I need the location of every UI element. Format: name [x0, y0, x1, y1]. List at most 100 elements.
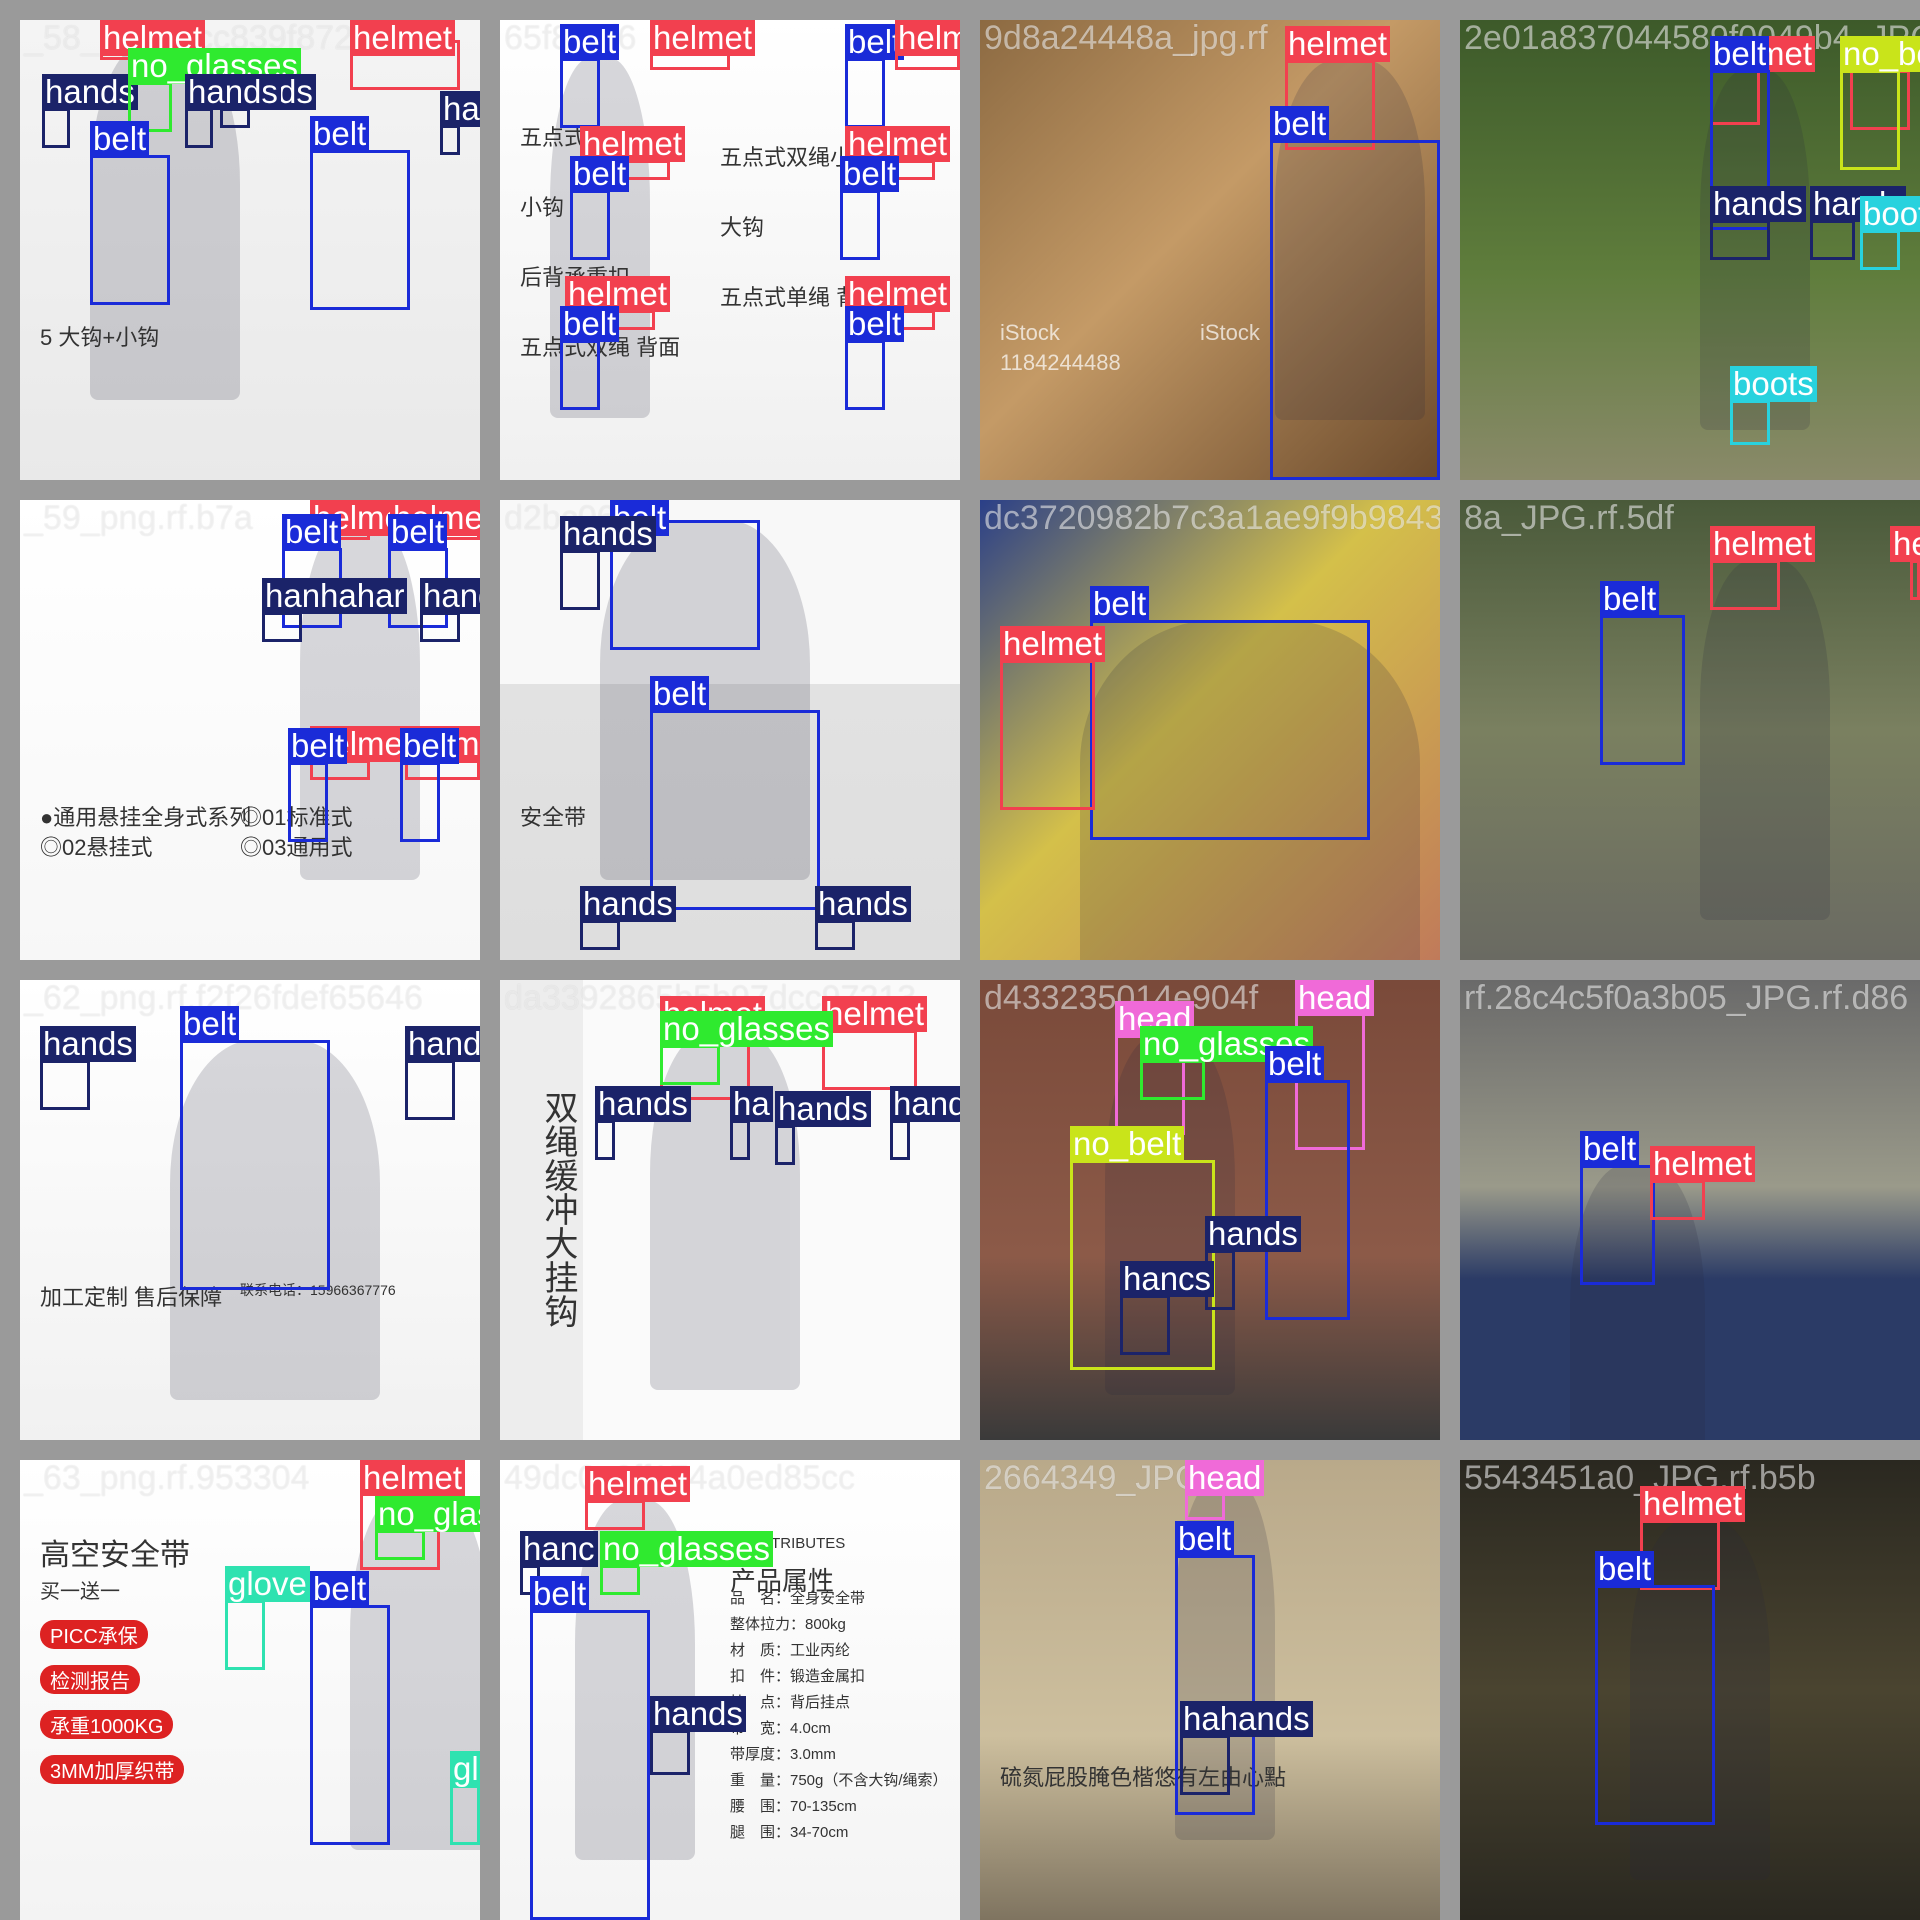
- no_glasses-label: no_glasses: [660, 1011, 833, 1047]
- hands-label: hands: [890, 1086, 960, 1122]
- belt-label: belt: [310, 116, 370, 152]
- helmet-bounding-box: [1000, 660, 1095, 810]
- hands-bounding-box: [730, 1120, 750, 1160]
- helmet-bounding-box: [1710, 560, 1780, 610]
- no_glasses-bounding-box: [375, 1530, 425, 1560]
- hands-bounding-box: [42, 108, 70, 148]
- helmet-bounding-box: [1650, 1180, 1705, 1220]
- glove-label: glove: [225, 1566, 310, 1602]
- embedded-text: 腰 围：70-135cm: [730, 1798, 857, 1815]
- embedded-text: 检测报告: [40, 1665, 140, 1694]
- helmet-label: helmet: [1640, 1486, 1746, 1522]
- image-tile: CT ATTRIBUTES 产品属性品 名：全身安全带 整体拉力：800kg 材 质：…: [500, 1460, 960, 1920]
- image-tile: iStock iStock 1184244488 9d8a24448a_jpg.rf h…: [980, 20, 1440, 480]
- boots-bounding-box: [1860, 230, 1900, 270]
- belt-label: belt: [90, 121, 150, 157]
- belt-label: belt: [840, 156, 900, 192]
- belt-bounding-box: [530, 1610, 650, 1920]
- hands-label: hands: [595, 1086, 691, 1122]
- helmet-label: helmet: [585, 1466, 691, 1502]
- hands-bounding-box: [560, 550, 600, 610]
- no_glasses-bounding-box: [600, 1565, 640, 1595]
- hands-label: hands: [650, 1696, 746, 1732]
- belt-bounding-box: [180, 1040, 330, 1290]
- helmet-label: helmet: [350, 20, 456, 56]
- belt-label: belt: [1265, 1046, 1325, 1082]
- filename-label: rf.28c4c5f0a3b05_JPG.rf.d86: [1464, 980, 1909, 1017]
- glove-bounding-box: [225, 1600, 265, 1670]
- hands-label: hands: [40, 1026, 136, 1062]
- filename-label: _63_png.rf.953304: [24, 1460, 310, 1497]
- helmet-bounding-box: [585, 1500, 645, 1530]
- boots-label: boots: [1860, 196, 1920, 232]
- hands-label: hands: [1205, 1216, 1301, 1252]
- belt-bounding-box: [1090, 620, 1370, 840]
- hands-bounding-box: [1810, 220, 1855, 260]
- belt-label: belt: [1710, 36, 1770, 72]
- embedded-text: 带厚度：3.0mm: [730, 1746, 836, 1763]
- embedded-text: 大钩: [720, 215, 765, 240]
- hands-bounding-box: [420, 612, 460, 642]
- embedded-text: 挂 点：背后挂点: [730, 1694, 851, 1711]
- image-tile: 2e01a837044589f0049b4_JPGhelmethelmetbel…: [1460, 20, 1920, 480]
- head-label: head: [1185, 1460, 1265, 1496]
- belt-bounding-box: [1270, 140, 1440, 480]
- belt-bounding-box: [90, 155, 170, 305]
- hands-label: hands: [440, 91, 480, 127]
- image-tile: dc3720982b7c3a1ae9f9b9843453 belt helmet: [980, 500, 1440, 960]
- image-tile: rf.28c4c5f0a3b05_JPG.rf.d86 belt helmet: [1460, 980, 1920, 1440]
- embedded-text: ◎02悬挂式: [40, 835, 153, 860]
- hands-label: hands: [1710, 186, 1806, 222]
- helmet-label: helmet: [1710, 526, 1816, 562]
- glove-bounding-box: [450, 1785, 480, 1845]
- boots-bounding-box: [1730, 400, 1770, 445]
- embedded-text: 品 名：全身安全带: [730, 1590, 866, 1607]
- image-tile: 5543451a0_JPG.rf.b5b helmet belt: [1460, 1460, 1920, 1920]
- hands-bounding-box: [440, 125, 460, 155]
- belt-bounding-box: [560, 58, 600, 128]
- embedded-text: 承重1000KG: [40, 1710, 174, 1739]
- belt-bounding-box: [1595, 1585, 1715, 1825]
- belt-bounding-box: [840, 190, 880, 260]
- image-tile: d433235014e904f head head no_glasses belt no_…: [980, 980, 1440, 1440]
- belt-bounding-box: [288, 762, 328, 842]
- belt-bounding-box: [310, 1605, 390, 1845]
- no_glasses-bounding-box: [1140, 1060, 1205, 1100]
- image-tile: 5 大钩+小钩 _58_png.rf.cc839f87248cc helmet hel…: [20, 20, 480, 480]
- embedded-text: 材 质：工业丙纶: [730, 1642, 851, 1659]
- embedded-text: ●通用悬挂全身式系列: [40, 805, 252, 830]
- filename-label: 9d8a24448a_jpg.rf: [984, 20, 1268, 57]
- filename-label: 8a_JPG.rf.5df: [1464, 500, 1674, 537]
- hands-label: hanhahar: [262, 578, 408, 614]
- belt-label: belt: [570, 156, 630, 192]
- glove-label: glove: [450, 1751, 480, 1787]
- no_belt-label: no_belt: [1840, 36, 1920, 72]
- hands-label: ha: [730, 1086, 773, 1122]
- image-tile: 硫氮屁股腌色楷悠有左由心點 2664349_JPG.rf head belt hahan…: [980, 1460, 1440, 1920]
- image-tile: 双绳缓冲大挂钩da3392865b5b97dcc97213helmethelme…: [500, 980, 960, 1440]
- hands-bounding-box: [1120, 1295, 1170, 1355]
- belt-bounding-box: [570, 190, 610, 260]
- helmet-label: helmet: [650, 20, 756, 56]
- hands-bounding-box: [775, 1125, 795, 1165]
- hands-label: hands: [42, 74, 138, 110]
- hands-bounding-box: [1710, 220, 1770, 260]
- helmet-label: helmet: [895, 20, 960, 56]
- filename-label: dc3720982b7c3a1ae9f9b9843453: [984, 500, 1440, 537]
- belt-bounding-box: [310, 150, 410, 310]
- embedded-text: iStock: [1200, 320, 1260, 345]
- hands-label: hands: [420, 578, 480, 614]
- embedded-text: 3MM加厚织带: [40, 1755, 185, 1784]
- belt-bounding-box: [1265, 1080, 1350, 1320]
- filename-label: _59_png.rf.b7a: [24, 500, 253, 537]
- helmet-bounding-box: [822, 1030, 917, 1090]
- hands-label: hancs: [1120, 1261, 1215, 1297]
- embedded-text: 扣 件：锻造金属扣: [730, 1668, 866, 1685]
- belt-bounding-box: [1580, 1165, 1655, 1285]
- hands-bounding-box: [262, 612, 302, 642]
- belt-label: belt: [1580, 1131, 1640, 1167]
- hands-bounding-box: [890, 1120, 910, 1160]
- hands-bounding-box: [220, 108, 250, 128]
- hands-bounding-box: [650, 1730, 690, 1775]
- belt-label: belt: [1090, 586, 1150, 622]
